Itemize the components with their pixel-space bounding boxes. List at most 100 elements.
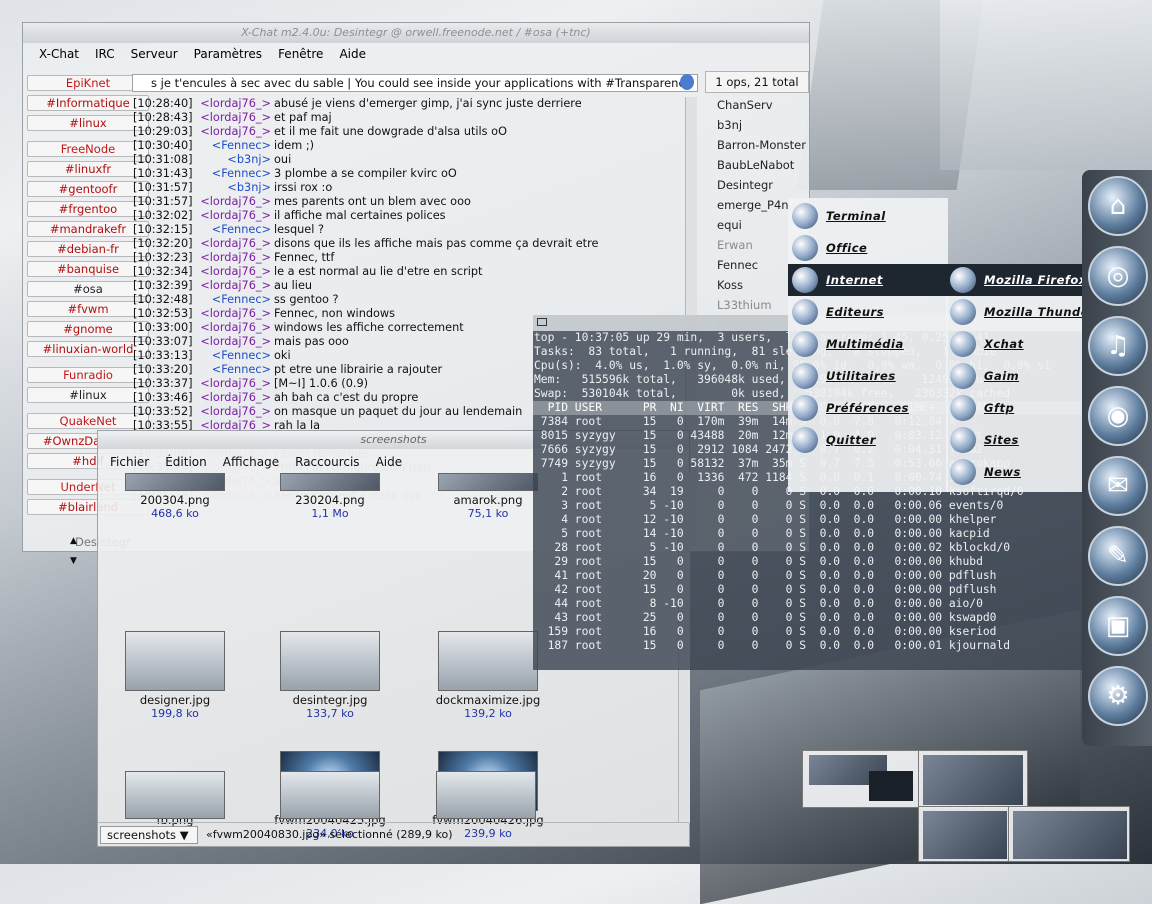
process-row[interactable]: 4 root 12 -10 0 0 0 S 0.0 0.0 0:00.00 kh…	[534, 513, 1085, 527]
pager-desk-1[interactable]	[802, 750, 920, 808]
menu-item-editeurs[interactable]: Editeurs	[788, 296, 948, 328]
tab-up-arrow-icon[interactable]: ▲	[70, 536, 77, 546]
editor-icon[interactable]: ✎	[1088, 526, 1148, 586]
pager-desk-4[interactable]	[1008, 806, 1130, 862]
nick[interactable]: <Fennec>	[200, 293, 274, 307]
chat-icon[interactable]: ✉	[1088, 456, 1148, 516]
file-thumbnail[interactable]	[125, 631, 225, 691]
channel-tab[interactable]: #linux	[27, 387, 149, 403]
nick[interactable]: <Fennec>	[200, 139, 274, 153]
file-name[interactable]: dockmaximize.jpg	[418, 693, 558, 707]
fm-menu-0[interactable]: Fichier	[102, 455, 157, 469]
channel-tab[interactable]: #debian-fr	[27, 241, 149, 257]
channel-tab[interactable]: #gnome	[27, 321, 149, 337]
nick[interactable]: <lordaj76_>	[200, 237, 274, 251]
nick[interactable]: <Fennec>	[200, 223, 274, 237]
channel-tab[interactable]: #osa	[27, 281, 149, 297]
file-thumbnail[interactable]	[280, 631, 380, 691]
user-item[interactable]: b3nj	[711, 115, 811, 135]
pager-desk-2[interactable]	[918, 750, 1028, 808]
channel-tab[interactable]: #frgentoo	[27, 201, 149, 217]
menu-item-office[interactable]: Office	[788, 232, 948, 264]
nick[interactable]: <lordaj76_>	[200, 195, 274, 209]
pager-desk-3[interactable]	[918, 806, 1010, 862]
nick[interactable]: <lordaj76_>	[200, 307, 274, 321]
minimize-icon[interactable]	[537, 318, 547, 326]
process-row[interactable]: 187 root 15 0 0 0 0 S 0.0 0.0 0:00.01 kj…	[534, 639, 1085, 653]
channel-tab[interactable]: QuakeNet	[27, 413, 149, 429]
file-thumbnail[interactable]	[438, 473, 538, 491]
channel-tab[interactable]: #Informatique	[27, 95, 149, 111]
nick[interactable]: <Fennec>	[200, 167, 274, 181]
channel-tab[interactable]: FreeNode	[27, 141, 149, 157]
user-item[interactable]: Desintegr	[711, 175, 811, 195]
menu-0[interactable]: X-Chat	[31, 47, 87, 61]
channel-tab[interactable]: #banquise	[27, 261, 149, 277]
fm-menu-1[interactable]: Édition	[157, 455, 215, 469]
menu-5[interactable]: Aide	[331, 47, 374, 61]
nick[interactable]: <b3nj>	[200, 153, 274, 167]
file-name[interactable]: designer.jpg	[105, 693, 245, 707]
menu-item-quitter[interactable]: Quitter	[788, 424, 948, 456]
file-thumbnail[interactable]	[280, 771, 380, 819]
fm-menu-4[interactable]: Aide	[368, 455, 411, 469]
process-row[interactable]: 3 root 5 -10 0 0 0 S 0.0 0.0 0:00.06 eve…	[534, 499, 1085, 513]
file-thumbnail[interactable]	[436, 771, 536, 819]
terminal-icon[interactable]: ▣	[1088, 596, 1148, 656]
nick[interactable]: <b3nj>	[200, 181, 274, 195]
nick[interactable]: <lordaj76_>	[200, 377, 274, 391]
nick[interactable]: <lordaj76_>	[200, 209, 274, 223]
menu-item-multimédia[interactable]: Multimédia	[788, 328, 948, 360]
tab-down-arrow-icon[interactable]: ▼	[70, 556, 77, 566]
channel-tab[interactable]: EpiKnet	[27, 75, 149, 91]
menu-item-utilitaires[interactable]: Utilitaires	[788, 360, 948, 392]
nick[interactable]: <lordaj76_>	[200, 279, 274, 293]
menu-item-internet[interactable]: Internet	[788, 264, 948, 296]
channel-tab[interactable]: #mandrakefr	[27, 221, 149, 237]
file-thumbnail[interactable]	[438, 631, 538, 691]
process-row[interactable]: 5 root 14 -10 0 0 0 S 0.0 0.0 0:00.00 ka…	[534, 527, 1085, 541]
process-row[interactable]: 43 root 25 0 0 0 0 S 0.0 0.0 0:00.00 ksw…	[534, 611, 1085, 625]
gear-icon[interactable]: ⚙	[1088, 666, 1148, 726]
nick[interactable]: <lordaj76_>	[200, 125, 274, 139]
channel-tab[interactable]: #linuxian-world	[27, 341, 149, 357]
fm-menu-3[interactable]: Raccourcis	[287, 455, 367, 469]
location-combo[interactable]: screenshots ▼	[100, 825, 198, 844]
nick[interactable]: <lordaj76_>	[200, 335, 274, 349]
file-thumbnail[interactable]	[280, 473, 380, 491]
file-name[interactable]: 230204.png	[260, 493, 400, 507]
menu-item-terminal[interactable]: Terminal	[788, 200, 948, 232]
nick[interactable]: <lordaj76_>	[200, 97, 274, 111]
channel-tab[interactable]: #linuxfr	[27, 161, 149, 177]
file-thumbnail[interactable]	[125, 771, 225, 819]
menu-2[interactable]: Serveur	[123, 47, 186, 61]
menu-1[interactable]: IRC	[87, 47, 123, 61]
nick[interactable]: <lordaj76_>	[200, 251, 274, 265]
nick[interactable]: <lordaj76_>	[200, 265, 274, 279]
nick[interactable]: <Fennec>	[200, 363, 274, 377]
process-row[interactable]: 29 root 15 0 0 0 0 S 0.0 0.0 0:00.00 khu…	[534, 555, 1085, 569]
nick[interactable]: <lordaj76_>	[200, 321, 274, 335]
process-row[interactable]: 41 root 20 0 0 0 0 S 0.0 0.0 0:00.00 pdf…	[534, 569, 1085, 583]
topic-field[interactable]: s je t'encules à sec avec du sable | You…	[132, 74, 698, 92]
multimedia-icon[interactable]: ♫	[1088, 316, 1148, 376]
nick[interactable]: <lordaj76_>	[200, 405, 274, 419]
nick[interactable]: <lordaj76_>	[200, 111, 274, 125]
menu-4[interactable]: Fenêtre	[270, 47, 331, 61]
nick[interactable]: <lordaj76_>	[200, 391, 274, 405]
channel-tab[interactable]: #gentoofr	[27, 181, 149, 197]
process-row[interactable]: 44 root 8 -10 0 0 0 S 0.0 0.0 0:00.00 ai…	[534, 597, 1085, 611]
user-item[interactable]: ChanServ	[711, 95, 811, 115]
menu-3[interactable]: Paramètres	[186, 47, 270, 61]
mode-button-icon[interactable]	[680, 74, 694, 90]
menu-item-préférences[interactable]: Préférences	[788, 392, 948, 424]
home-icon[interactable]: ⌂	[1088, 176, 1148, 236]
process-row[interactable]: 159 root 16 0 0 0 0 S 0.0 0.0 0:00.00 ks…	[534, 625, 1085, 639]
user-item[interactable]: Barron-Monster	[711, 135, 811, 155]
process-row[interactable]: 42 root 15 0 0 0 0 S 0.0 0.0 0:00.00 pdf…	[534, 583, 1085, 597]
channel-tab[interactable]: #fvwm	[27, 301, 149, 317]
file-thumbnail[interactable]	[125, 473, 225, 491]
cd-icon[interactable]: ◉	[1088, 386, 1148, 446]
globe-icon[interactable]: ◎	[1088, 246, 1148, 306]
file-name[interactable]: desintegr.jpg	[260, 693, 400, 707]
